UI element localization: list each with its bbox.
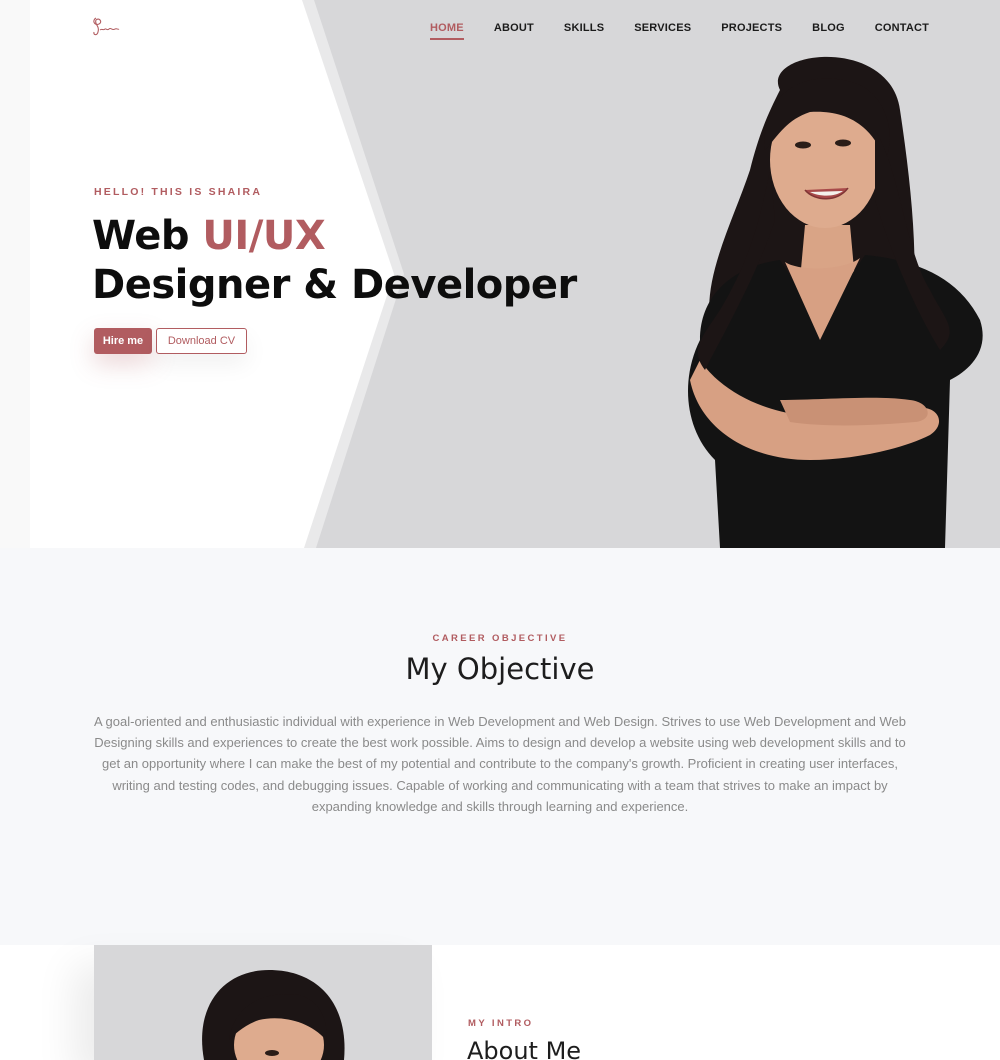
hero-title-part1: Web xyxy=(92,213,203,259)
about-portrait-image xyxy=(94,945,432,1060)
nav-services[interactable]: SERVICES xyxy=(634,20,691,40)
hero-title: Web UI/UX Designer & Developer xyxy=(92,212,577,310)
objective-section: CAREER OBJECTIVE My Objective A goal-ori… xyxy=(0,548,1000,945)
hire-me-button[interactable]: Hire me xyxy=(94,328,152,354)
about-section: MY INTRO About Me xyxy=(0,945,1000,1060)
hero-portrait-image xyxy=(660,50,1000,548)
objective-kicker: CAREER OBJECTIVE xyxy=(432,633,568,644)
logo-signature[interactable] xyxy=(90,12,122,42)
objective-text: A goal-oriented and enthusiastic individ… xyxy=(93,714,906,814)
about-title: About Me xyxy=(467,1037,582,1060)
nav-about[interactable]: ABOUT xyxy=(494,20,534,40)
nav-skills[interactable]: SKILLS xyxy=(564,20,604,40)
about-kicker: MY INTRO xyxy=(468,1018,534,1029)
nav-contact[interactable]: CONTACT xyxy=(875,20,929,40)
hero-title-accent: UI/UX xyxy=(202,213,326,259)
nav-projects[interactable]: PROJECTS xyxy=(721,20,782,40)
nav-blog[interactable]: BLOG xyxy=(812,20,845,40)
hero-title-line2: Designer & Developer xyxy=(92,262,577,308)
nav-home[interactable]: HOME xyxy=(430,20,464,40)
hero-section: HOME ABOUT SKILLS SERVICES PROJECTS BLOG… xyxy=(0,0,1000,548)
hero-kicker: HELLO! THIS IS SHAIRA xyxy=(94,186,263,198)
objective-title: My Objective xyxy=(405,652,595,686)
download-cv-button[interactable]: Download CV xyxy=(156,328,247,354)
main-nav: HOME ABOUT SKILLS SERVICES PROJECTS BLOG… xyxy=(430,20,929,40)
